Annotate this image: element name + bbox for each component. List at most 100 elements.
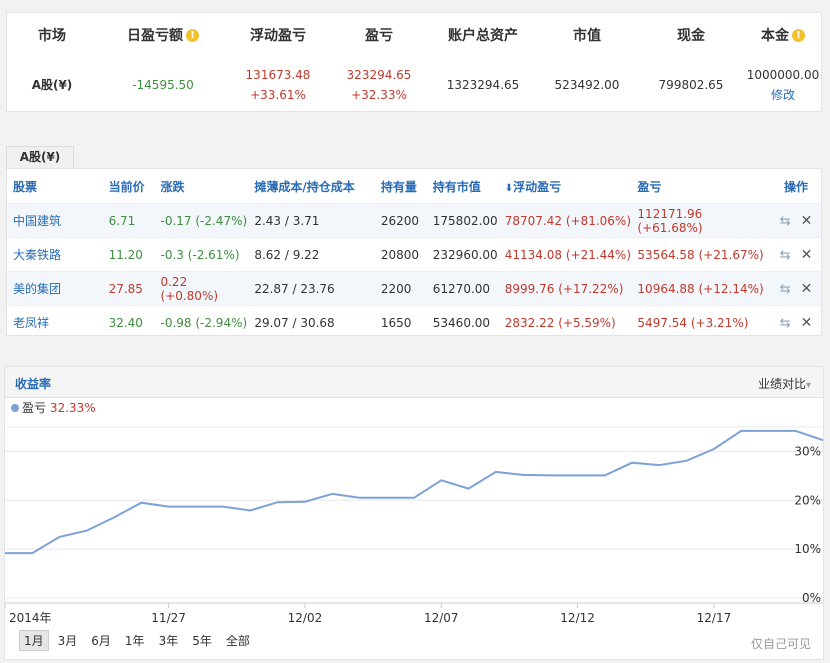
cost-basis: 22.87 / 23.76 [248, 271, 375, 306]
current-price: 27.85 [102, 271, 155, 306]
float-pl: 2832.22 (+5.59%) [498, 305, 632, 339]
table-row[interactable]: 中国建筑 6.71 -0.17 (-2.47%) 2.43 / 3.71 26200 17… [7, 203, 821, 238]
stock-name[interactable]: 美的集团 [7, 271, 103, 306]
compare-dropdown[interactable]: 业绩对比▾ [758, 375, 811, 392]
pl: 5497.54 (+3.21%) [631, 305, 772, 339]
legend-dot-icon [11, 404, 19, 412]
legend-value: 32.33% [49, 401, 96, 415]
range-button[interactable]: 5年 [187, 630, 217, 651]
float-pl-value: 131673.48 [245, 68, 311, 82]
range-button[interactable]: 1年 [120, 630, 150, 651]
x-tick-label: 12/02 [288, 611, 323, 625]
chart-legend[interactable]: 盈亏 32.33% [11, 399, 96, 416]
modify-principal-link[interactable]: 修改 [743, 85, 823, 105]
share-icon[interactable]: ⇆ [780, 214, 791, 229]
principal-value: 1000000.00 [746, 68, 820, 82]
holdings-panel: 股票 当前价 涨跌 摊薄成本/持仓成本 持有量 持有市值 ⬇浮动盈亏 盈亏 操作… [6, 168, 822, 339]
data-point [249, 510, 251, 512]
pl: 10964.88 (+12.14%) [631, 271, 772, 306]
current-price: 32.40 [102, 305, 155, 339]
data-point [767, 430, 769, 432]
holding-qty: 2200 [374, 271, 427, 306]
current-price: 6.71 [102, 203, 155, 238]
data-point [577, 474, 579, 476]
chart-header: 收益率 业绩对比▾ [5, 367, 823, 398]
private-note: 仅自己可见 [750, 637, 811, 651]
col-pl[interactable]: 盈亏 [631, 169, 771, 204]
stock-name[interactable]: 中国建筑 [7, 203, 103, 238]
tab-a-shares[interactable]: A股(¥) [6, 146, 74, 168]
legend-name: 盈亏 [22, 401, 47, 415]
principal-header: 本金! [743, 25, 823, 45]
delete-icon[interactable]: ✕ [801, 213, 813, 229]
x-tick-label: 11/27 [151, 611, 186, 625]
daily-pl-header-label: 日盈亏额 [127, 28, 183, 44]
range-button[interactable]: 全部 [221, 630, 255, 651]
market-header: 市场 [38, 28, 66, 44]
info-icon[interactable]: ! [792, 29, 805, 42]
delete-icon[interactable]: ✕ [801, 281, 813, 297]
float-pl-cell: 131673.48 +33.61% [229, 65, 327, 105]
cost-basis: 8.62 / 9.22 [248, 237, 375, 272]
col-mv[interactable]: 持有市值 [427, 169, 499, 204]
summary-header-row: 市场 日盈亏额! 浮动盈亏 盈亏 账户总资产 市值 现金 本金! [7, 13, 823, 57]
row-actions: ⇆ ✕ [771, 305, 821, 339]
share-icon[interactable]: ⇆ [780, 248, 791, 263]
principal-header-label: 本金 [761, 28, 789, 44]
return-chart-panel: 2014年 11/27 12/02 12/07 12/12 12/17 0% 10% 20% 30… [4, 366, 824, 660]
data-point [331, 493, 333, 495]
cost-basis: 29.07 / 30.68 [248, 305, 375, 339]
pl-header: 盈亏 [365, 28, 393, 44]
daily-pl-header: 日盈亏额! [97, 25, 229, 45]
float-pl-pct: +33.61% [250, 88, 306, 102]
row-actions: ⇆ ✕ [771, 271, 821, 306]
range-button[interactable]: 1月 [19, 630, 49, 651]
float-pl: 78707.42 (+81.06%) [498, 203, 632, 238]
table-row[interactable]: 大秦铁路 11.20 -0.3 (-2.61%) 8.62 / 9.22 20800 23… [7, 237, 821, 272]
total-assets-value: 1323294.65 [446, 78, 520, 92]
delete-icon[interactable]: ✕ [801, 247, 813, 263]
col-qty[interactable]: 持有量 [375, 169, 427, 204]
data-point [386, 497, 388, 499]
col-float-pl[interactable]: ⬇浮动盈亏 [499, 169, 632, 204]
data-point [795, 430, 797, 432]
share-icon[interactable]: ⇆ [780, 282, 791, 297]
range-button[interactable]: 6月 [86, 630, 116, 651]
market-value-header: 市值 [573, 28, 601, 44]
row-actions: ⇆ ✕ [771, 237, 821, 272]
compare-label: 业绩对比 [757, 377, 806, 391]
data-point [686, 460, 688, 462]
sort-desc-icon: ⬇ [504, 182, 514, 194]
stock-name[interactable]: 大秦铁路 [7, 237, 103, 272]
holding-qty: 20800 [374, 237, 427, 272]
col-ops: 操作 [784, 179, 809, 194]
holding-mv: 61270.00 [426, 271, 499, 306]
table-row[interactable]: 老凤祥 32.40 -0.98 (-2.94%) 29.07 / 30.68 1650 5… [7, 305, 821, 339]
data-point [31, 552, 33, 554]
data-point [222, 506, 224, 508]
share-icon[interactable]: ⇆ [780, 316, 791, 331]
range-button[interactable]: 3年 [154, 630, 184, 651]
data-point [113, 516, 115, 518]
info-icon[interactable]: ! [186, 29, 199, 42]
data-point [604, 474, 606, 476]
x-tick-label: 12/07 [424, 611, 459, 625]
col-cost[interactable]: 摊薄成本/持仓成本 [248, 169, 375, 204]
x-tick-label: 2014年 [9, 611, 52, 625]
data-point [358, 497, 360, 499]
stock-name[interactable]: 老凤祥 [7, 305, 103, 339]
price-change: -0.3 (-2.61%) [154, 237, 249, 272]
holdings-header-row: 股票 当前价 涨跌 摊薄成本/持仓成本 持有量 持有市值 ⬇浮动盈亏 盈亏 操作 [7, 169, 821, 204]
delete-icon[interactable]: ✕ [801, 315, 813, 331]
col-price[interactable]: 当前价 [103, 169, 155, 204]
data-point [168, 506, 170, 508]
col-change[interactable]: 涨跌 [154, 169, 248, 204]
col-stock[interactable]: 股票 [7, 169, 103, 204]
chart-title: 收益率 [15, 377, 52, 391]
range-button[interactable]: 3月 [53, 630, 83, 651]
total-assets-header: 账户总资产 [448, 28, 518, 44]
holding-qty: 1650 [374, 305, 427, 339]
price-change: -0.17 (-2.47%) [154, 203, 249, 238]
price-change: 0.22 (+0.80%) [154, 271, 249, 306]
table-row[interactable]: 美的集团 27.85 0.22 (+0.80%) 22.87 / 23.76 2200 6… [7, 271, 821, 306]
